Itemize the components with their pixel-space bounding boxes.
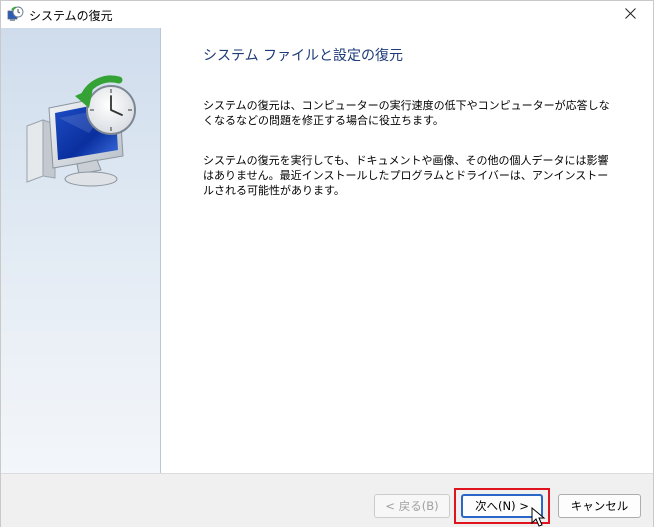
button-bar: < 戻る(B) 次へ(N) > キャンセル [1, 473, 653, 527]
close-button[interactable] [607, 1, 653, 28]
window-title: システムの復元 [29, 9, 113, 23]
side-panel [1, 28, 161, 473]
description-paragraph-2: システムの復元を実行しても、ドキュメントや画像、その他の個人データには影響はあり… [203, 154, 609, 197]
back-button[interactable]: < 戻る(B) [374, 494, 450, 518]
system-restore-icon [7, 6, 24, 23]
title-bar: システムの復元 [1, 1, 653, 28]
system-restore-computer-clock-icon [19, 58, 144, 193]
description-paragraph-1: システムの復元は、コンピューターの実行速度の低下やコンピューターが応答しなくなる… [203, 99, 610, 127]
main-content: システム ファイルと設定の復元 システムの復元は、コンピューターの実行速度の低下… [162, 28, 653, 473]
close-icon [624, 7, 636, 22]
page-title: システム ファイルと設定の復元 [203, 48, 404, 64]
system-restore-window: システムの復元 システム ファイルと設定の復元 システムの復元は、コンピューター… [0, 0, 654, 527]
cancel-button[interactable]: キャンセル [558, 494, 641, 518]
mouse-pointer-icon [531, 506, 547, 527]
